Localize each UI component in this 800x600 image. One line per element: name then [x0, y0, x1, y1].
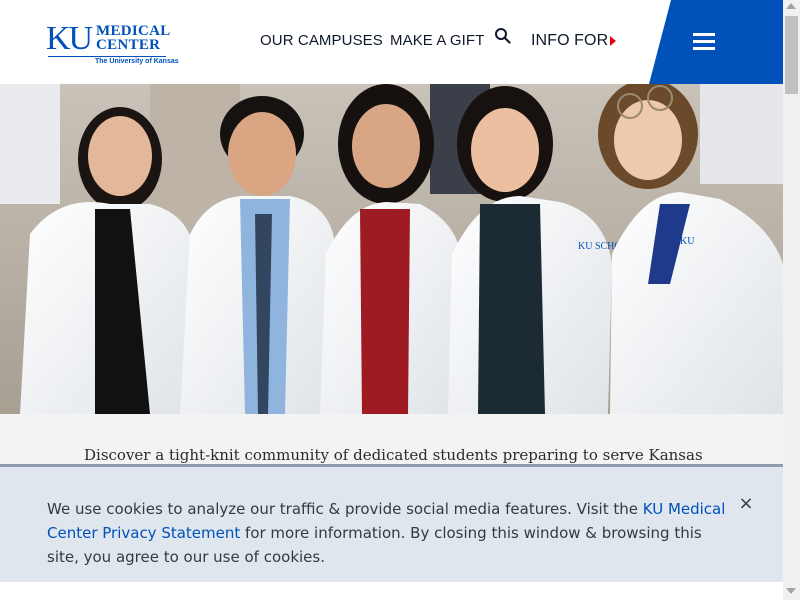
scroll-up-arrow-icon[interactable] [786, 3, 796, 9]
hero-image: KU SCHOOL OF KU [0, 84, 783, 414]
hamburger-menu-icon[interactable] [693, 33, 715, 51]
cookie-message: We use cookies to analyze our traffic & … [47, 497, 737, 569]
logo-ku-mark: KU [46, 20, 93, 57]
ku-medical-center-logo[interactable]: KU MEDICAL CENTER The University of Kans… [46, 20, 179, 68]
page-footer-strip [0, 582, 783, 600]
coat-logo-text-2: KU [680, 236, 695, 247]
hero-tagline: Discover a tight-knit community of dedic… [84, 446, 703, 464]
menu-panel[interactable] [649, 0, 783, 84]
logo-university-text: The University of Kansas [95, 58, 179, 65]
logo-divider [48, 56, 166, 57]
logo-center-text: CENTER [96, 37, 161, 53]
close-icon[interactable]: × [737, 494, 755, 514]
nav-make-a-gift[interactable]: MAKE A GIFT [390, 32, 484, 50]
cookie-text-before: We use cookies to analyze our traffic & … [47, 500, 643, 518]
caret-right-icon [610, 36, 616, 46]
scroll-down-arrow-icon[interactable] [786, 588, 796, 594]
nav-info-for[interactable]: INFO FOR [531, 32, 608, 50]
search-icon[interactable] [494, 27, 512, 45]
nav-our-campuses[interactable]: OUR CAMPUSES [260, 32, 383, 50]
scrollbar-thumb[interactable] [785, 16, 798, 94]
